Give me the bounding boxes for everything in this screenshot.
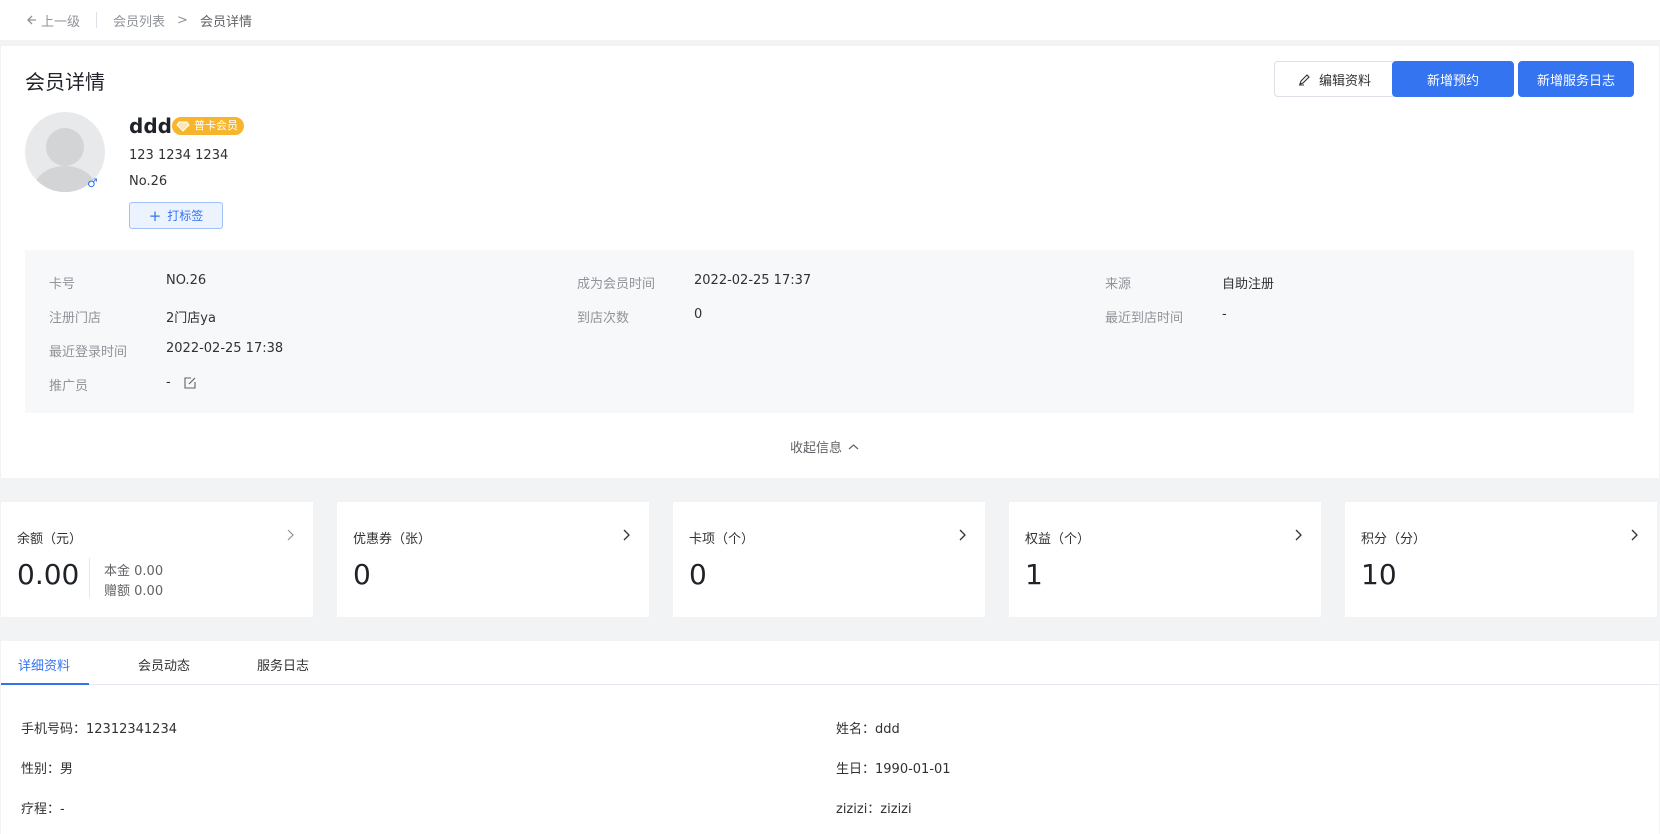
detail-phone: 手机号码：12312341234 (21, 722, 177, 737)
member-phone: 123 1234 1234 (129, 148, 229, 163)
new-service-log-button[interactable]: 新增服务日志 (1518, 61, 1634, 97)
visits-label: 到店次数 (577, 311, 630, 326)
balance-divider (89, 558, 90, 598)
avatar-head (46, 128, 84, 166)
tab-member-activity[interactable]: 会员动态 (138, 655, 190, 674)
store-label: 注册门店 (49, 311, 102, 326)
diamond-icon (176, 121, 190, 132)
member-level-badge: 普卡会员 (172, 117, 244, 135)
last-login-label: 最近登录时间 (49, 345, 128, 360)
breadcrumb-separator: > (177, 12, 188, 28)
chevron-up-icon (848, 443, 859, 449)
edit-profile-label: 编辑资料 (1318, 73, 1371, 89)
breadcrumb: 上一级 会员列表 > 会员详情 (0, 0, 1660, 40)
bonus-line: 赠额 0.00 (104, 580, 163, 599)
last-visit-label: 最近到店时间 (1105, 311, 1184, 326)
member-name: ddd (129, 114, 172, 138)
cards-label: 卡项（个） (689, 532, 755, 547)
card-no-label: 卡号 (49, 277, 76, 292)
cards-value: 0 (689, 558, 707, 591)
collapse-info-toggle[interactable]: 收起信息 (790, 437, 859, 456)
chevron-right-icon (287, 529, 294, 541)
balance-label: 余额（元） (17, 532, 83, 547)
last-login-value: 2022-02-25 17:38 (166, 341, 284, 356)
chevron-right-icon (959, 529, 966, 541)
tab-service-log[interactable]: 服务日志 (257, 655, 309, 674)
arrow-left-icon (27, 15, 36, 25)
plus-icon: + (148, 206, 162, 225)
bonus-label: 赠额 (104, 584, 131, 599)
principal-line: 本金 0.00 (104, 560, 163, 579)
breadcrumb-divider (96, 12, 98, 28)
detail-name: 姓名：ddd (836, 722, 900, 737)
add-tag-button[interactable]: + 打标签 (129, 202, 223, 229)
join-time-label: 成为会员时间 (577, 277, 656, 292)
coupons-label: 优惠券（张） (353, 532, 432, 547)
coupons-value: 0 (353, 558, 371, 591)
principal-value: 0.00 (134, 564, 164, 579)
tab-details[interactable]: 详细资料 (18, 655, 70, 674)
cards-card[interactable]: 卡项（个） 0 (673, 502, 985, 617)
source-label: 来源 (1105, 277, 1132, 292)
principal-label: 本金 (104, 564, 131, 579)
benefits-card[interactable]: 权益（个） 1 (1009, 502, 1321, 617)
breadcrumb-current: 会员详情 (199, 14, 252, 30)
points-card[interactable]: 积分（分） 10 (1345, 502, 1657, 617)
detail-gender: 性别：男 (21, 762, 74, 777)
member-info-panel: 卡号 NO.26 成为会员时间 2022-02-25 17:37 来源 自助注册… (25, 250, 1634, 413)
visits-value: 0 (694, 307, 703, 322)
active-tab-indicator (1, 683, 89, 685)
detail-section: 详细资料 会员动态 服务日志 手机号码：12312341234 姓名：ddd 性… (1, 641, 1659, 834)
balance-value: 0.00 (17, 558, 80, 591)
collapse-info-label: 收起信息 (790, 441, 843, 456)
breadcrumb-member-list[interactable]: 会员列表 (113, 11, 165, 30)
balance-card[interactable]: 余额（元） 0.00 本金 0.00 赠额 0.00 (1, 502, 313, 617)
pen-icon (1298, 73, 1310, 86)
edit-profile-button[interactable]: 编辑资料 (1274, 61, 1395, 97)
source-value: 自助注册 (1222, 277, 1275, 292)
card-no-value: NO.26 (166, 273, 207, 288)
promoter-value: - (166, 375, 171, 390)
page-title: 会员详情 (25, 70, 105, 94)
points-label: 积分（分） (1361, 532, 1427, 547)
chevron-right-icon (1631, 529, 1638, 541)
chevron-right-icon (623, 529, 630, 541)
male-icon: ♂ (87, 176, 98, 190)
join-time-value: 2022-02-25 17:37 (694, 273, 812, 288)
store-value: 2门店ya (166, 311, 216, 326)
back-link[interactable]: 上一级 (25, 11, 80, 30)
bonus-value: 0.00 (134, 584, 164, 599)
coupons-card[interactable]: 优惠券（张） 0 (337, 502, 649, 617)
detail-birthday: 生日：1990-01-01 (836, 762, 951, 777)
detail-course: 疗程：- (21, 802, 65, 817)
new-appointment-button[interactable]: 新增预约 (1392, 61, 1514, 97)
edit-icon[interactable] (183, 376, 197, 390)
detail-custom-field: zizizi：zizizi (836, 802, 912, 817)
member-level-label: 普卡会员 (194, 119, 238, 132)
benefits-label: 权益（个） (1025, 532, 1091, 547)
last-visit-value: - (1222, 307, 1227, 322)
tab-bar: 详细资料 会员动态 服务日志 (1, 641, 1659, 685)
chevron-right-icon (1295, 529, 1302, 541)
benefits-value: 1 (1025, 558, 1043, 591)
add-tag-label: 打标签 (167, 209, 204, 223)
member-number: No.26 (129, 174, 168, 189)
promoter-label: 推广员 (49, 379, 89, 394)
points-value: 10 (1361, 558, 1397, 591)
back-label: 上一级 (41, 14, 81, 30)
